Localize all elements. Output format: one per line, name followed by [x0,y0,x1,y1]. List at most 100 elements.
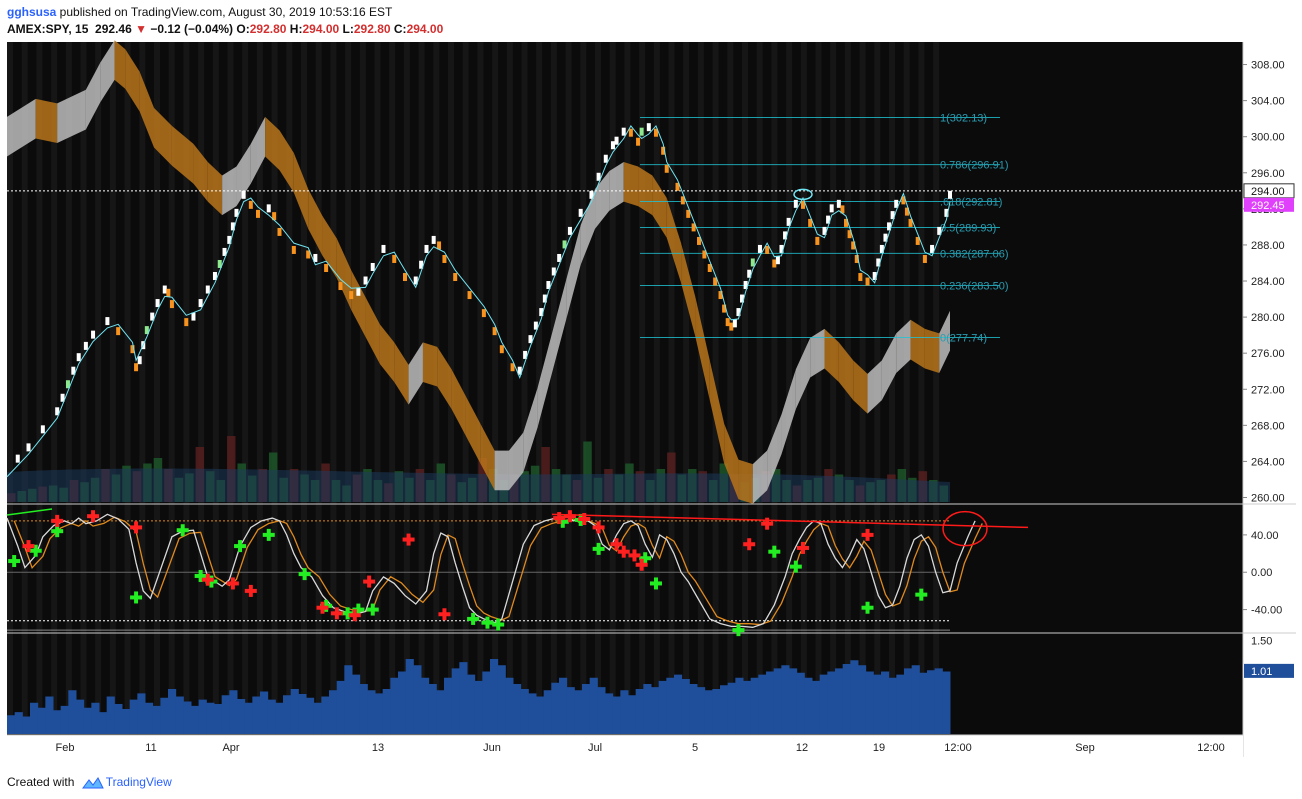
renko-brick-up [578,208,583,217]
fib-level-label: 0.786(296.91) [940,160,1009,172]
renko-brick-down [291,245,296,254]
histogram-bar [451,668,460,734]
histogram-bar [290,689,299,734]
renko-brick-up [76,353,81,362]
renko-brick-down [392,254,397,263]
sell-signal-marker-bar [26,540,31,553]
histogram-bar [597,687,606,734]
histogram-bar [45,696,54,734]
sell-signal-marker-bar [442,608,447,621]
renko-brick-up [603,154,608,163]
renko-brick-up [266,204,271,213]
histogram-bar [390,677,399,734]
histogram-bar [298,694,307,734]
price-line-label: 294.00 [1251,186,1285,198]
histogram-bar [474,680,483,734]
histogram-bar [198,699,207,734]
sell-signal-marker-bar [55,514,60,527]
price-tick-label: 272.00 [1251,384,1285,396]
histogram-bar [152,705,161,734]
histogram-bar [359,684,368,734]
time-tick-label: Apr [222,742,239,754]
renko-brick-down [277,227,282,236]
renko-brick-up [639,127,644,136]
histogram-bar [313,702,322,734]
histogram-bar [221,695,230,734]
histogram-bar [229,690,238,734]
price-tick-label: 300.00 [1251,132,1285,144]
histogram-bar [490,659,499,734]
buy-signal-marker-bar [653,577,658,590]
histogram-bar [83,707,92,734]
buy-signal-marker-bar [471,612,476,625]
histogram-bar [720,685,729,734]
histogram-bar [352,674,361,734]
price-tick-label: 284.00 [1251,276,1285,288]
fib-level-label: 1(302.13) [940,112,987,124]
histogram-badge-label: 1.01 [1251,666,1272,678]
sell-signal-marker-bar [230,577,235,590]
renko-brick-up [732,319,737,328]
time-tick-label: 12:00 [1197,742,1225,754]
renko-brick-up [793,199,798,208]
histogram-bar [758,674,767,734]
renko-brick-up [105,317,110,326]
osc-tick-label: 0.00 [1251,567,1272,579]
buy-signal-marker-bar [643,552,648,565]
histogram-bar [336,680,345,734]
renko-brick-down [255,209,260,218]
renko-brick-up [750,258,755,267]
histogram-bar [214,704,223,734]
histogram-bar [267,699,276,734]
histogram-bar [766,671,775,734]
fib-level-label: 0.5(289.93) [940,223,996,235]
histogram-bar [865,671,874,734]
renko-brick-down [765,245,770,254]
histogram-bar [635,689,644,734]
price-tick-label: 288.00 [1251,240,1285,252]
renko-brick-up [829,204,834,213]
histogram-bar [911,665,920,734]
buy-signal-marker-bar [919,588,924,601]
fib-level-label: 0.236(283.50) [940,281,1009,293]
tradingview-link[interactable]: TradingView [106,775,172,789]
histogram-bar [712,689,721,734]
renko-brick-up [91,330,96,339]
histogram-bar [497,665,506,734]
price-badge-label: 292.45 [1251,200,1285,212]
renko-brick-up [356,287,361,296]
histogram-bar [727,682,736,734]
histogram-bar [237,699,246,734]
price-tick-label: 260.00 [1251,492,1285,504]
buy-signal-marker-bar [596,542,601,555]
sell-signal-marker-bar [639,558,644,571]
histogram-bar [559,677,568,734]
histogram-bar [513,684,522,734]
renko-brick-up [40,425,45,434]
price-axis-background [1243,42,1296,756]
histogram-bar [919,672,928,734]
renko-brick-down [858,273,863,282]
renko-brick-up [363,276,368,285]
histogram-bar [22,716,31,734]
histogram-bar [566,687,575,734]
price-tick-label: 280.00 [1251,312,1285,324]
renko-brick-down [166,288,171,297]
histogram-bar [812,680,821,734]
histogram-bar [106,696,115,734]
sell-signal-marker-bar [747,538,752,551]
histogram-bar [183,701,192,734]
renko-brick-down [349,291,354,300]
histogram-bar [467,674,476,734]
fib-level-label: 0.382(287.06) [940,248,1009,260]
histogram-bar [436,690,445,734]
sell-signal-marker-bar [367,575,372,588]
histogram-bar [697,687,706,734]
histogram-bar [551,682,560,734]
price-tick-label: 264.00 [1251,456,1285,468]
chart-canvas[interactable]: 1(302.13)0.786(296.91).618(292.81)0.5(28… [0,0,1302,799]
histogram-bar [129,699,138,734]
sell-signal-marker-bar [614,538,619,551]
histogram-bar [651,687,660,734]
renko-brick-up [205,285,210,294]
